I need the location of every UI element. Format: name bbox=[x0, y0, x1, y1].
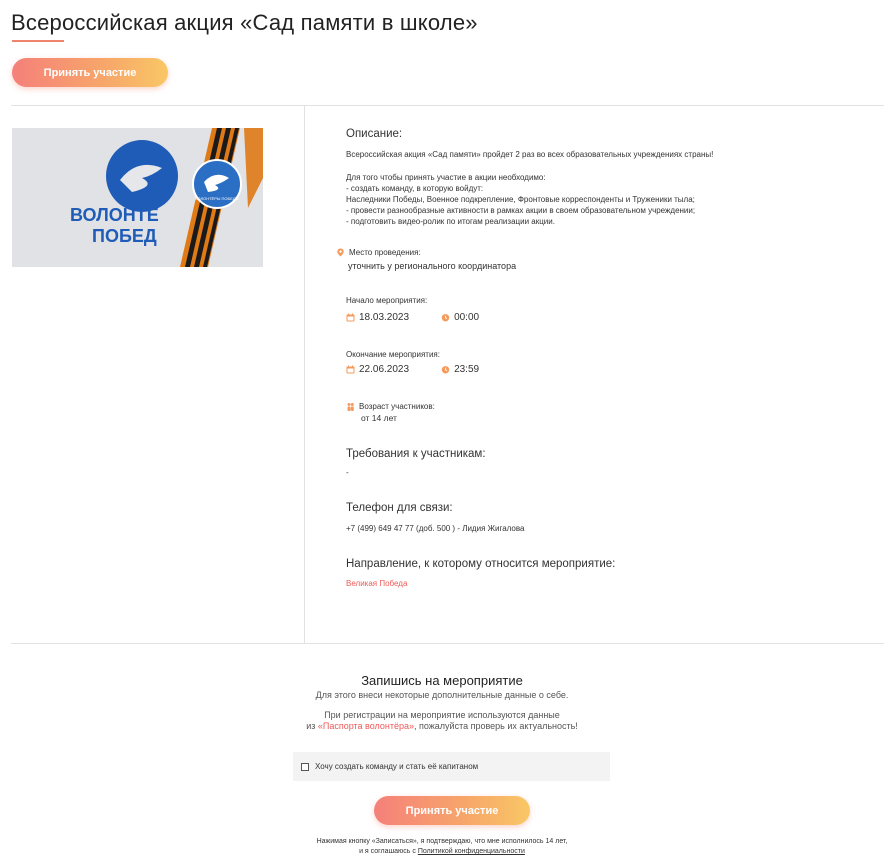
clock-icon bbox=[441, 365, 450, 374]
signup-title: Запишись на мероприятие bbox=[361, 673, 523, 688]
create-team-label[interactable]: Хочу создать команду и стать её капитано… bbox=[315, 762, 478, 771]
end-date: 22.06.2023 bbox=[359, 364, 410, 375]
create-team-checkbox[interactable] bbox=[301, 762, 309, 771]
title-underline bbox=[12, 40, 64, 42]
participate-button-bottom[interactable]: Принять участие bbox=[374, 796, 530, 825]
signup-note: При регистрации на мероприятие использую… bbox=[324, 710, 560, 720]
description-line: Наследники Победы, Военное подкрепление,… bbox=[346, 195, 695, 204]
end-datetime: 22.06.2023 23:59 bbox=[346, 364, 479, 375]
description-heading: Описание: bbox=[346, 128, 403, 140]
requirements-value: - bbox=[346, 468, 349, 477]
location-label: Место проведения: bbox=[349, 248, 421, 257]
participate-button-top[interactable]: Принять участие bbox=[12, 58, 168, 87]
start-time: 00:00 bbox=[454, 312, 480, 323]
consent-prefix: и я соглашаюсь с bbox=[359, 848, 418, 855]
age-value: от 14 лет bbox=[361, 413, 397, 423]
start-datetime: 18.03.2023 00:00 bbox=[346, 312, 479, 323]
divider-top bbox=[11, 105, 884, 106]
create-team-option: Хочу создать команду и стать её капитано… bbox=[293, 752, 610, 781]
location-pin-icon bbox=[336, 248, 345, 257]
event-image: ВОЛОНТЁ ПОБЕД ВОЛОНТЁРЫ ПОБЕДЫ bbox=[12, 128, 263, 267]
description-line: - провести разнообразные активности в ра… bbox=[346, 206, 696, 215]
description-line: - подготовить видео-ролик по итогам реал… bbox=[346, 217, 555, 226]
volunteer-passport-link[interactable]: «Паспорта волонтёра» bbox=[318, 721, 414, 731]
end-label: Окончание мероприятия: bbox=[346, 350, 440, 359]
start-label: Начало мероприятия: bbox=[346, 296, 428, 305]
description-line: Для того чтобы принять участие в акции н… bbox=[346, 173, 546, 182]
shirt-text-2: ПОБЕД bbox=[92, 226, 157, 246]
divider-vertical bbox=[304, 106, 305, 644]
page-title: Всероссийская акция «Сад памяти в школе» bbox=[11, 10, 478, 35]
description-line: - создать команду, в которую войдут: bbox=[346, 184, 484, 193]
description-line: Всероссийская акция «Сад памяти» пройдет… bbox=[346, 150, 714, 159]
age-row: Возраст участников: bbox=[346, 402, 435, 411]
calendar-icon bbox=[346, 365, 355, 374]
phone-heading: Телефон для связи: bbox=[346, 502, 453, 514]
location-row: Место проведения: bbox=[336, 248, 421, 257]
privacy-policy-link[interactable]: Политикой конфиденциальности bbox=[418, 848, 525, 855]
start-date: 18.03.2023 bbox=[359, 312, 410, 323]
direction-heading: Направление, к которому относится меропр… bbox=[346, 558, 616, 570]
phone-value: +7 (499) 649 47 77 (доб. 500 ) - Лидия Ж… bbox=[346, 524, 525, 533]
signup-note-prefix: из bbox=[306, 721, 318, 731]
badge-text: ВОЛОНТЁРЫ ПОБЕДЫ bbox=[195, 196, 240, 201]
clock-icon bbox=[441, 313, 450, 322]
signup-note-suffix: , пожалуйста проверь их актуальность! bbox=[414, 721, 578, 731]
signup-subtitle: Для этого внеси некоторые дополнительные… bbox=[315, 690, 569, 700]
direction-link[interactable]: Великая Победа bbox=[346, 579, 407, 589]
divider-bottom bbox=[11, 643, 884, 644]
people-icon bbox=[346, 402, 355, 411]
location-value: уточнить у регионального координатора bbox=[348, 261, 517, 271]
shirt-text-1: ВОЛОНТЁ bbox=[70, 205, 159, 225]
signup-note-line2: из «Паспорта волонтёра», пожалуйста пров… bbox=[0, 721, 884, 731]
calendar-icon bbox=[346, 313, 355, 322]
age-label: Возраст участников: bbox=[359, 402, 435, 411]
consent-text-line2: и я соглашаюсь с Политикой конфиденциаль… bbox=[0, 848, 884, 855]
requirements-heading: Требования к участникам: bbox=[346, 448, 486, 460]
end-time: 23:59 bbox=[454, 364, 480, 375]
consent-text: Нажимая кнопку «Записаться», я подтвержд… bbox=[316, 838, 568, 845]
